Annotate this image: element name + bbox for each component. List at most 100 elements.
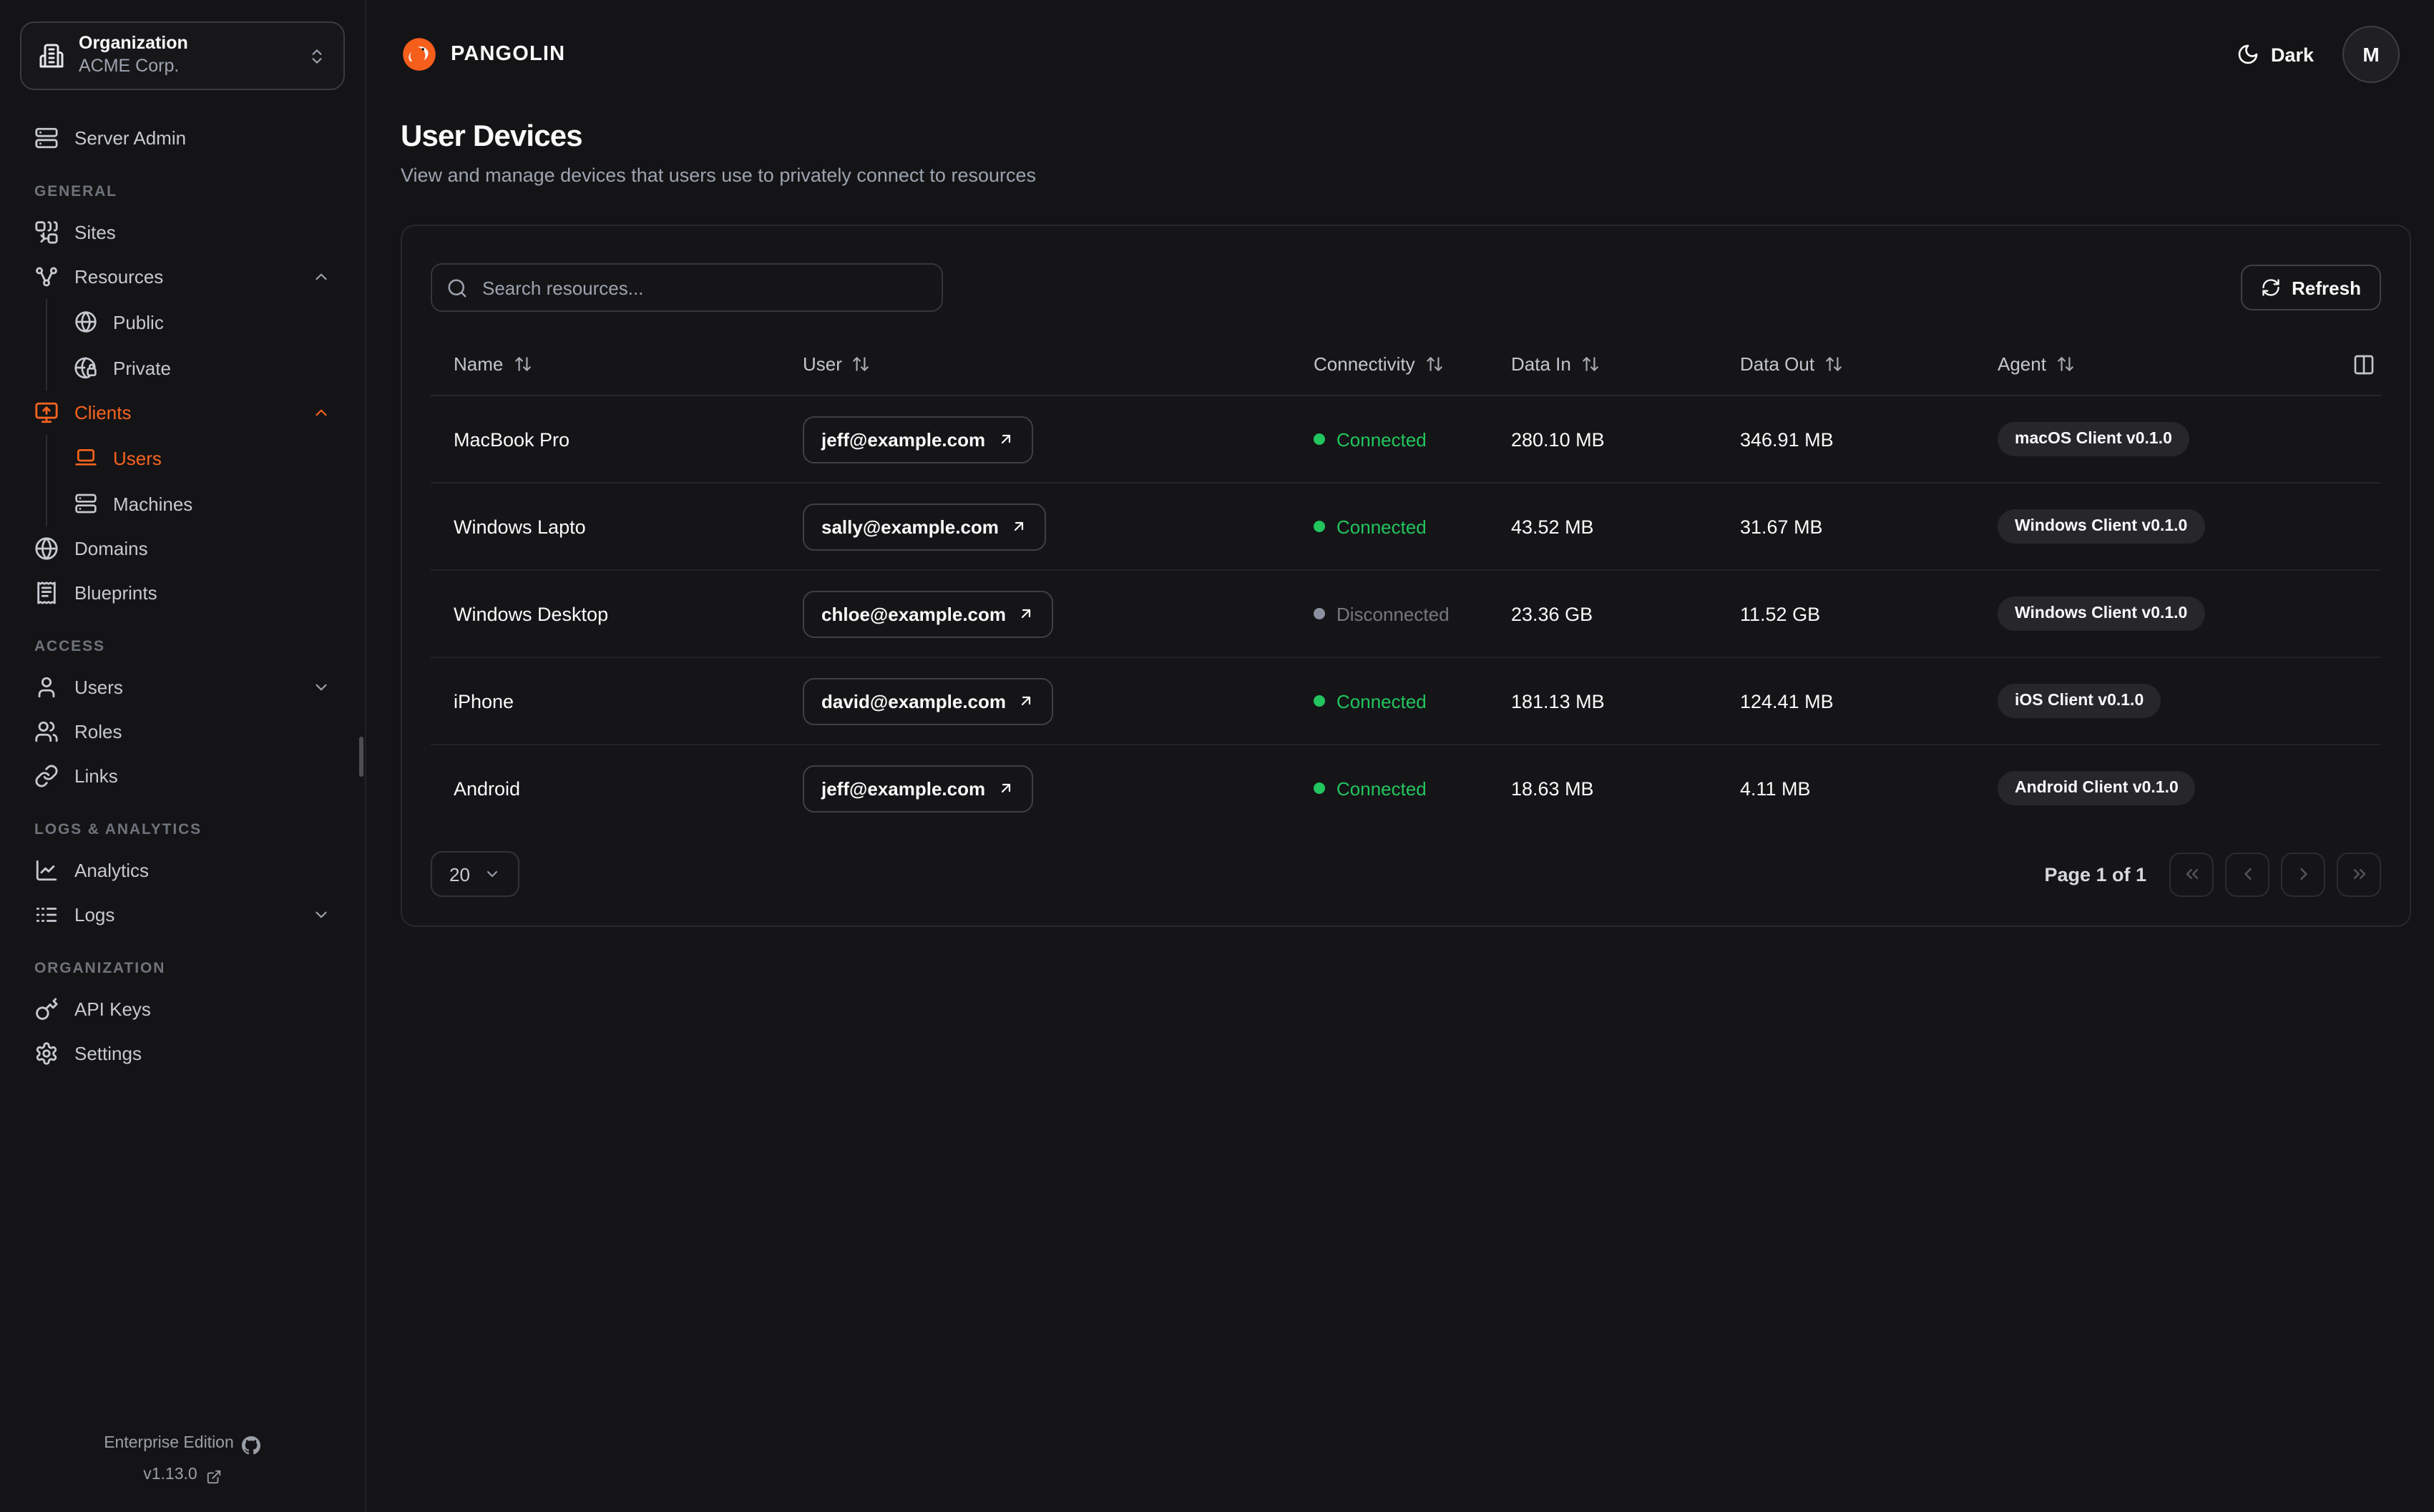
user-link-button[interactable]: sally@example.com <box>803 503 1046 550</box>
user-email: jeff@example.com <box>821 428 986 450</box>
device-name: Windows Lapto <box>454 516 586 537</box>
waypoints-icon <box>36 267 57 287</box>
sidebar-item-label: Public <box>113 311 164 333</box>
avatar[interactable]: M <box>2342 26 2400 83</box>
sidebar-item-label: Links <box>74 765 118 787</box>
connectivity-status: Connected <box>1336 428 1427 450</box>
column-header-connectivity[interactable]: Connectivity <box>1291 353 1488 375</box>
table-row[interactable]: Android jeff@example.com Connected 18.63… <box>431 745 2381 831</box>
sidebar-item-access-users[interactable]: Users <box>20 665 345 710</box>
sidebar-item-label: Roles <box>74 721 122 742</box>
column-header-data-in[interactable]: Data In <box>1488 353 1717 375</box>
arrow-up-right-icon <box>1014 521 1024 531</box>
sidebar-item-machines[interactable]: Machines <box>60 481 345 526</box>
external-link-icon[interactable] <box>206 1468 222 1484</box>
user-link-button[interactable]: jeff@example.com <box>803 416 1033 463</box>
column-header-user[interactable]: User <box>780 353 1291 375</box>
section-label-general: GENERAL <box>34 183 117 200</box>
column-header-name[interactable]: Name <box>431 353 780 375</box>
user-icon <box>38 677 55 698</box>
arrow-up-right-icon <box>1001 434 1010 444</box>
table-row[interactable]: Windows Desktop chloe@example.com Discon… <box>431 571 2381 658</box>
agent-badge: Windows Client v0.1.0 <box>1998 509 2205 544</box>
sidebar-item-label: Users <box>113 447 162 468</box>
connectivity-status: Connected <box>1336 516 1427 537</box>
top-bar: PANGOLIN Dark M <box>366 0 2434 100</box>
brand-name: PANGOLIN <box>451 43 566 66</box>
table-body: MacBook Pro jeff@example.com Connected 2… <box>431 396 2381 831</box>
data-in-value: 18.63 MB <box>1511 777 1594 799</box>
last-page-button[interactable] <box>2337 852 2381 896</box>
globe-lock-icon <box>74 357 97 379</box>
agent-badge: iOS Client v0.1.0 <box>1998 684 2161 718</box>
table-row[interactable]: Windows Lapto sally@example.com Connecte… <box>431 483 2381 571</box>
user-link-button[interactable]: jeff@example.com <box>803 765 1033 812</box>
sidebar-item-label: Resources <box>74 266 164 288</box>
sidebar-item-blueprints[interactable]: Blueprints <box>20 571 345 615</box>
device-name: Android <box>454 777 521 799</box>
column-header-data-out[interactable]: Data Out <box>1717 353 1975 375</box>
first-page-button[interactable] <box>2169 852 2214 896</box>
building-icon <box>39 44 64 68</box>
search-box[interactable] <box>431 263 943 312</box>
brand-logo[interactable]: PANGOLIN <box>401 36 565 73</box>
data-out-value: 11.52 GB <box>1740 603 1821 624</box>
column-header-agent[interactable]: Agent <box>1975 353 2317 375</box>
chevron-up-icon <box>316 273 327 280</box>
sidebar-item-resources[interactable]: Resources <box>20 255 345 299</box>
table-row[interactable]: MacBook Pro jeff@example.com Connected 2… <box>431 396 2381 483</box>
sidebar-item-domains[interactable]: Domains <box>20 526 345 571</box>
sidebar-item-label: API Keys <box>74 998 151 1020</box>
next-page-button[interactable] <box>2281 852 2325 896</box>
sort-icon <box>854 357 869 371</box>
sidebar-item-clients[interactable]: Clients <box>20 391 345 435</box>
sidebar-item-settings[interactable]: Settings <box>20 1031 345 1076</box>
github-icon[interactable] <box>242 1435 261 1454</box>
sidebar-scrollbar-thumb[interactable] <box>359 737 363 777</box>
page-info: Page 1 of 1 <box>2044 863 2146 885</box>
search-input[interactable] <box>479 275 927 300</box>
table-row[interactable]: iPhone david@example.com Connected 181.1… <box>431 658 2381 745</box>
theme-toggle[interactable]: Dark <box>2237 43 2314 66</box>
sidebar-item-api-keys[interactable]: API Keys <box>20 987 345 1031</box>
user-link-button[interactable]: chloe@example.com <box>803 590 1054 637</box>
user-link-button[interactable]: david@example.com <box>803 677 1054 725</box>
version-label: v1.13.0 <box>143 1466 197 1484</box>
server-icon <box>75 494 97 514</box>
sidebar-item-sites[interactable]: Sites <box>20 210 345 255</box>
data-out-value: 4.11 MB <box>1740 777 1811 799</box>
sidebar-item-private[interactable]: Private <box>60 345 345 391</box>
org-switcher[interactable]: Organization ACME Corp. <box>20 21 345 90</box>
sidebar-item-server-admin[interactable]: Server Admin <box>20 116 345 160</box>
page-size-value: 20 <box>449 863 470 885</box>
sidebar-item-label: Logs <box>74 904 115 926</box>
agent-badge: Windows Client v0.1.0 <box>1998 597 2205 631</box>
receipt-text-icon <box>37 581 56 604</box>
sort-icon <box>514 357 531 371</box>
globe-icon <box>35 537 58 560</box>
sidebar-item-client-users[interactable]: Users <box>60 435 345 481</box>
sidebar-item-roles[interactable]: Roles <box>20 710 345 754</box>
table-header: Name User Connectivity Data In Data Out <box>431 333 2381 396</box>
sidebar-item-analytics[interactable]: Analytics <box>20 848 345 893</box>
toggle-columns-button[interactable] <box>2317 353 2381 375</box>
sidebar-item-logs[interactable]: Logs <box>20 893 345 937</box>
page-header: User Devices View and manage devices tha… <box>366 100 2434 186</box>
user-email: jeff@example.com <box>821 777 986 799</box>
app-root: Organization ACME Corp. Server Admin GEN… <box>0 0 2434 1512</box>
prev-page-button[interactable] <box>2225 852 2269 896</box>
user-email: david@example.com <box>821 690 1007 712</box>
sidebar-item-public[interactable]: Public <box>60 299 345 345</box>
laptop-icon <box>75 449 97 466</box>
connectivity-dot <box>1314 608 1325 619</box>
clients-sub-list: Users Machines <box>46 435 345 526</box>
globe-icon <box>75 311 97 333</box>
data-in-value: 43.52 MB <box>1511 516 1594 537</box>
sidebar-nav: Server Admin GENERAL Sites Resources Pub… <box>0 93 365 1512</box>
page-size-select[interactable]: 20 <box>431 851 520 897</box>
sidebar-item-links[interactable]: Links <box>20 754 345 798</box>
connectivity-status: Disconnected <box>1336 603 1450 624</box>
refresh-button[interactable]: Refresh <box>2240 265 2381 310</box>
chevron-right-icon <box>2299 868 2307 880</box>
sites-icon <box>35 221 58 244</box>
